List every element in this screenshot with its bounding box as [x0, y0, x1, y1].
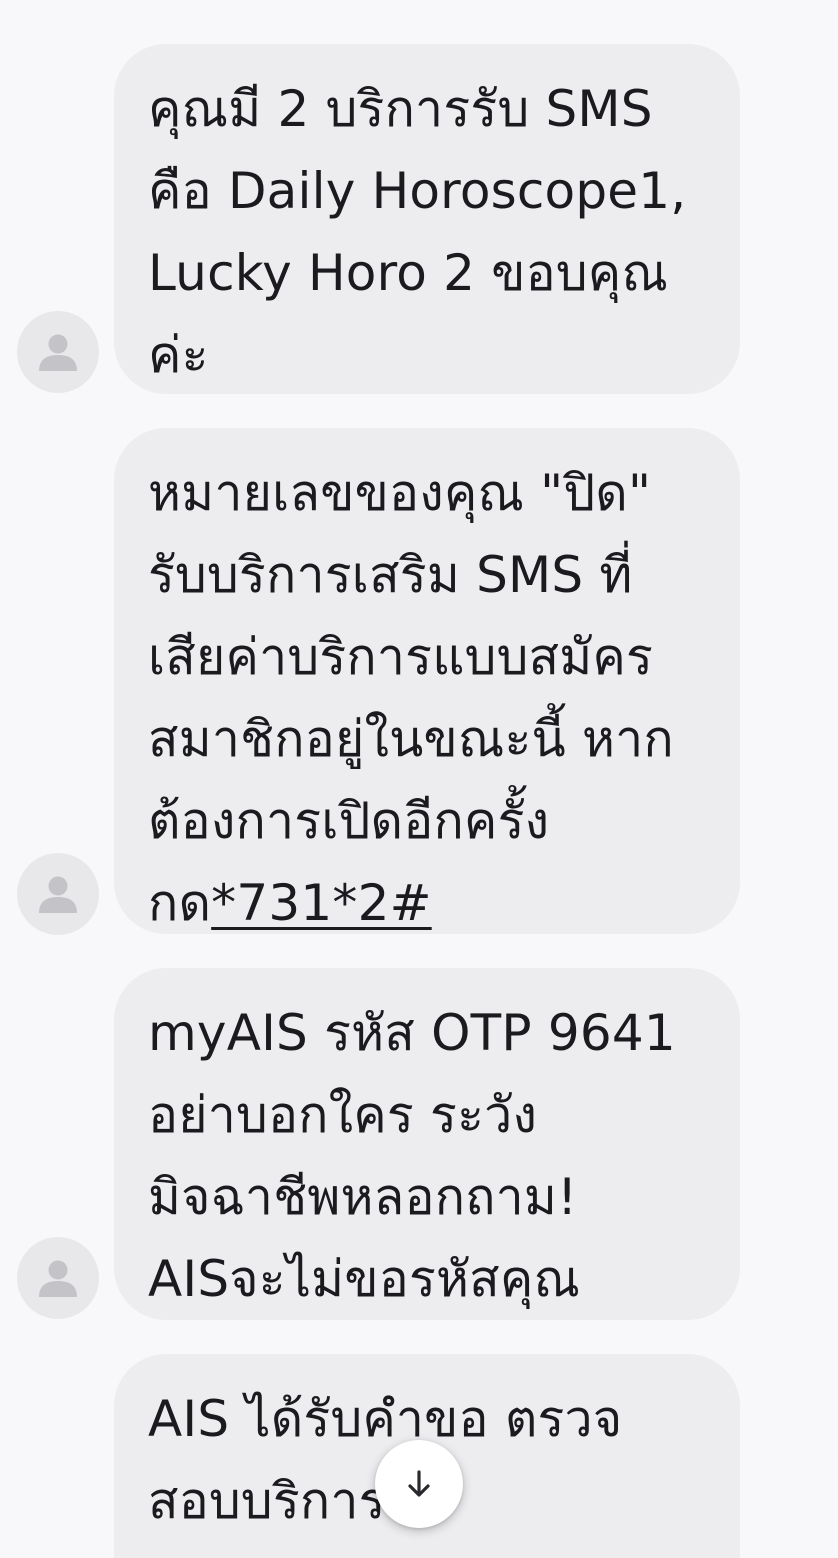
message-text-body: หมายเลขของคุณ "ปิด" รับบริการเสริม SMS ท… — [148, 464, 674, 932]
sender-avatar[interactable] — [17, 1237, 99, 1319]
sender-avatar[interactable] — [17, 311, 99, 393]
person-icon — [39, 876, 77, 913]
message-bubble[interactable]: myAIS รหัส OTP 9641 อย่าบอกใคร ระวัง มิจ… — [114, 968, 740, 1320]
message-text: หมายเลขของคุณ "ปิด" รับบริการเสริม SMS ท… — [148, 452, 706, 934]
message-text: คุณมี 2 บริการรับ SMS คือ Daily Horoscop… — [148, 80, 703, 384]
message-bubble[interactable]: คุณมี 2 บริการรับ SMS คือ Daily Horoscop… — [114, 44, 740, 394]
person-icon — [39, 334, 77, 371]
arrow-down-icon — [408, 1470, 430, 1497]
message-thread[interactable]: คุณมี 2 บริการรับ SMS คือ Daily Horoscop… — [0, 0, 838, 1558]
message-bubble[interactable]: หมายเลขของคุณ "ปิด" รับบริการเสริม SMS ท… — [114, 428, 740, 934]
person-icon — [39, 1260, 77, 1297]
sender-avatar[interactable] — [17, 853, 99, 935]
scroll-to-bottom-button[interactable] — [375, 1440, 463, 1528]
ussd-code-link[interactable]: *731*2# — [211, 874, 432, 932]
message-text: myAIS รหัส OTP 9641 อย่าบอกใคร ระวัง มิจ… — [148, 1004, 692, 1308]
